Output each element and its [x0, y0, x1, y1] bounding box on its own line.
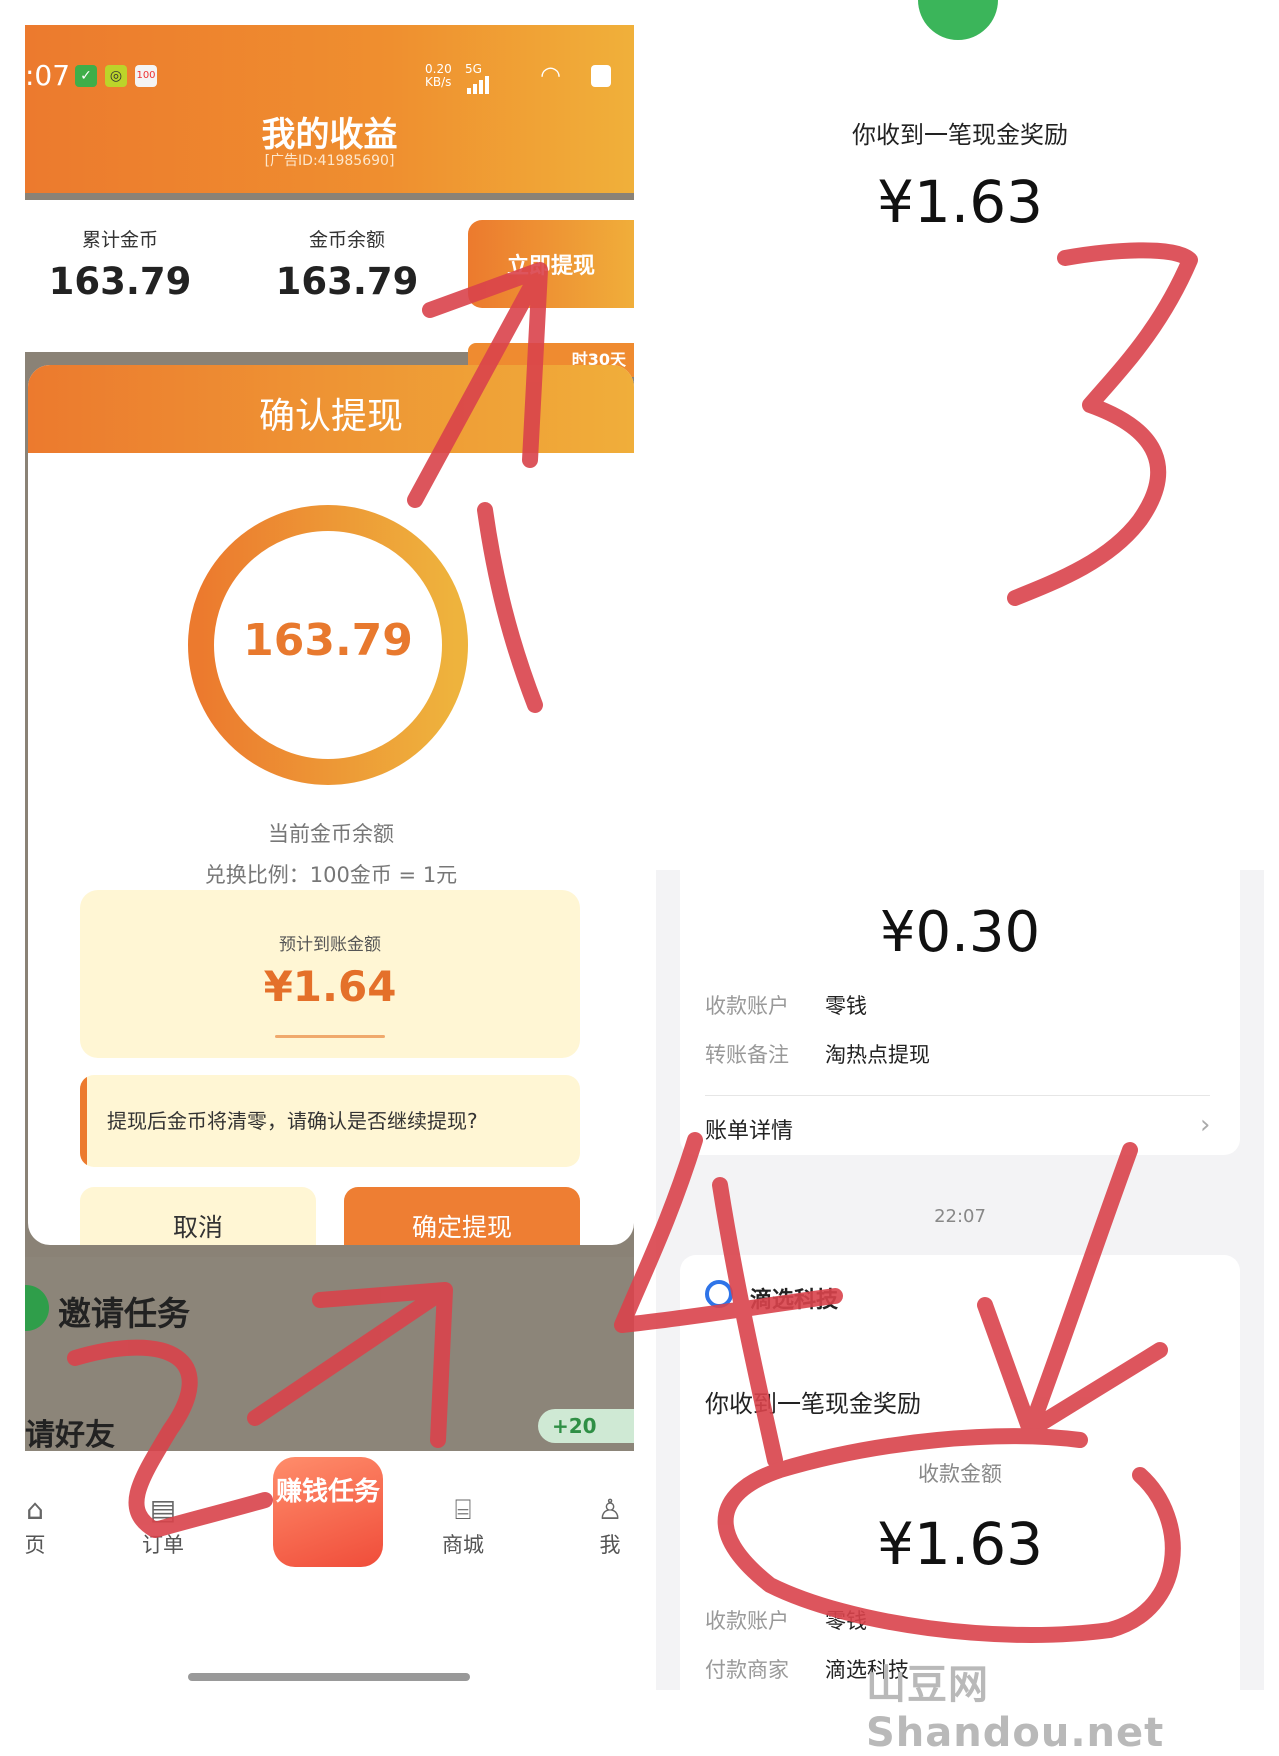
account-label-2: 收款账户	[705, 1609, 789, 1633]
annotation-number-3	[1007, 242, 1198, 606]
badge-icon: 100	[135, 65, 157, 87]
note-label: 转账备注	[705, 1043, 789, 1067]
cash-reward-amount: ¥1.63	[876, 168, 1044, 236]
wechat-success-icon	[918, 0, 998, 40]
order-icon: ▤	[149, 1493, 177, 1526]
exchange-rate: 兑换比例：100金币 = 1元	[204, 863, 458, 887]
invite-title: 邀请任务	[58, 1294, 190, 1333]
bill-detail-link[interactable]: 账单详情	[705, 1113, 793, 1145]
warning-text: 提现后金币将清零，请确认是否继续提现?	[107, 1109, 478, 1133]
watermark: 山豆网 Shandou.net	[866, 1662, 1165, 1756]
left-phone-screenshot: :07 ✓ ◎ 100 0.20 KB/s 5G ◠ 我的收益 [广告ID:41…	[25, 25, 634, 1690]
payment-message: 你收到一笔现金奖励	[705, 1390, 921, 1418]
status-time: :07	[25, 59, 71, 92]
warning-box: 提现后金币将清零，请确认是否继续提现?	[80, 1075, 580, 1167]
app-notify-icon: ◎	[105, 65, 127, 87]
message-time: 22:07	[934, 1206, 986, 1227]
earn-money-task-button[interactable]: 赚钱任务	[273, 1457, 383, 1567]
balance-label: 金币余额	[308, 229, 385, 251]
payer-label: 付款商家	[705, 1658, 789, 1682]
check-icon: ✓	[75, 65, 97, 87]
received-amount: ¥1.63	[876, 1510, 1044, 1578]
nav-orders[interactable]: ▤ 订单	[118, 1491, 208, 1559]
nav-me[interactable]: ♙ 我	[565, 1491, 634, 1559]
note-value: 淘热点提现	[825, 1043, 930, 1067]
confirm-withdraw-button[interactable]: 确定提现	[344, 1187, 580, 1245]
divider	[705, 1095, 1210, 1096]
signal-icon	[467, 75, 491, 94]
warning-accent-bar	[80, 1075, 87, 1167]
ring-caption: 当前金币余额	[268, 822, 394, 846]
cash-reward-title: 你收到一笔现金奖励	[852, 121, 1068, 149]
received-amount-label: 收款金额	[918, 1462, 1002, 1486]
dialog-header: 确认提现	[28, 365, 634, 453]
invite-row-text[interactable]: 请好友	[25, 1410, 115, 1454]
estimate-label: 预计到账金额	[279, 935, 381, 955]
home-icon: ⌂	[26, 1493, 44, 1526]
estimate-amount: ¥1.64	[263, 962, 397, 1011]
dialog-title: 确认提现	[258, 396, 403, 437]
nav-shop[interactable]: ⌸ 商城	[418, 1491, 508, 1559]
home-indicator	[188, 1673, 470, 1681]
wifi-icon: ◠	[540, 61, 561, 89]
confirm-withdraw-dialog: 确认提现 163.79 当前金币余额 兑换比例：100金币 = 1元 预计到账金…	[28, 365, 634, 1245]
withdraw-now-button[interactable]: 立即提现	[468, 220, 634, 308]
earnings-header: :07 ✓ ◎ 100 0.20 KB/s 5G ◠ 我的收益 [广告ID:41…	[25, 25, 634, 193]
account-value-2: 零钱	[825, 1609, 867, 1633]
ad-id: [广告ID:41985690]	[264, 153, 395, 169]
balance-value: 163.79	[275, 260, 419, 303]
chevron-right-icon[interactable]: ›	[1200, 1110, 1210, 1140]
battery-icon	[591, 65, 611, 87]
shop-icon: ⌸	[454, 1493, 472, 1526]
nav-home[interactable]: ⌂ 页	[25, 1491, 80, 1559]
net-speed: 0.20 KB/s	[425, 62, 452, 89]
account-label: 收款账户	[705, 994, 789, 1018]
estimate-underline	[275, 1035, 385, 1038]
total-coins-label: 累计金币	[81, 229, 158, 251]
transfer-amount: ¥0.30	[879, 900, 1041, 965]
total-coins-value: 163.79	[48, 260, 192, 303]
ring-balance-value: 163.79	[243, 615, 413, 666]
user-icon: ♙	[597, 1493, 623, 1526]
estimate-box: 预计到账金额 ¥1.64	[80, 890, 580, 1058]
coin-reward-badge: +20	[538, 1409, 634, 1443]
cancel-button[interactable]: 取消	[80, 1187, 316, 1245]
merchant-logo-icon	[705, 1280, 733, 1308]
account-value: 零钱	[825, 994, 867, 1018]
merchant-name: 滴选科技	[750, 1288, 839, 1313]
page-title: 我的收益	[261, 115, 398, 155]
